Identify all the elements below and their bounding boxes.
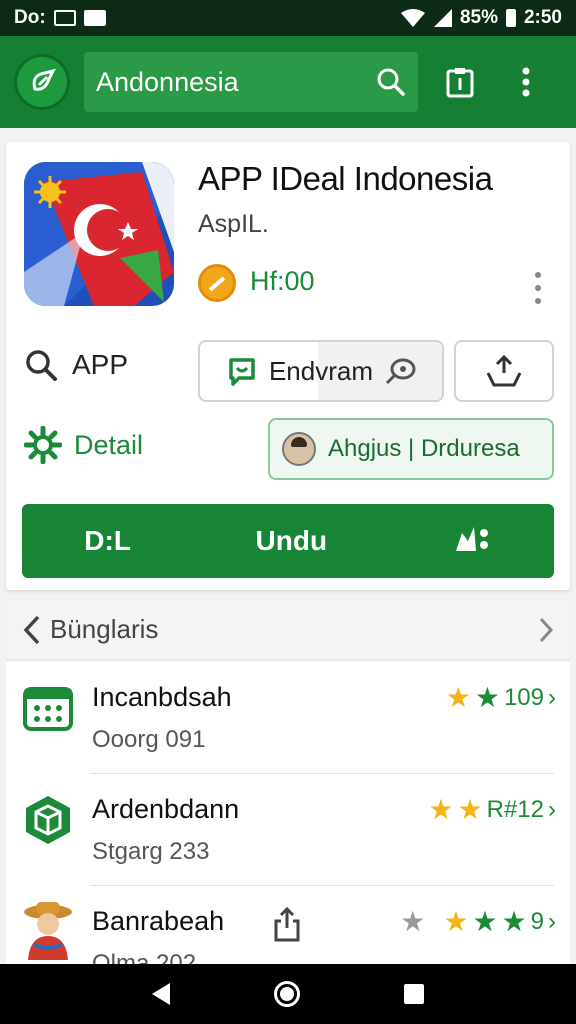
rate-button[interactable] [452, 523, 492, 560]
item-rating: ★ ★ R#12 › [428, 796, 556, 824]
signal-icon [433, 9, 452, 27]
item-subtitle: Ooorg 091 [92, 726, 206, 753]
calendar-icon [23, 687, 73, 731]
coin-icon [198, 264, 236, 302]
star-icon: ★ [443, 906, 469, 937]
status-time: 2:50 [523, 7, 562, 28]
status-left-text: Do: [14, 7, 46, 28]
rating-value: 109 [503, 684, 544, 711]
share-button[interactable] [454, 340, 554, 402]
app-card: APP IDeal Indonesia AspIL. Hf:00 APP End… [6, 142, 570, 590]
rating-value: 9 [530, 908, 544, 935]
star-icon: ★ [400, 906, 426, 937]
tag-icon [385, 358, 416, 385]
home-icon[interactable] [274, 981, 300, 1007]
chevron-right-icon[interactable] [538, 617, 554, 643]
notification-icon [53, 10, 76, 26]
star-icon: ★ [457, 794, 483, 825]
avatar-icon [24, 902, 72, 960]
unduh-button[interactable]: Undu [256, 525, 328, 557]
more-vert-icon [522, 67, 530, 97]
share-icon [486, 354, 522, 387]
battery-icon [505, 9, 516, 27]
wifi-icon [400, 9, 425, 27]
star-icon: ★ [501, 906, 527, 937]
gear-icon [24, 426, 62, 464]
nav-bar [0, 964, 576, 1024]
app-title: APP IDeal Indonesia [198, 160, 493, 197]
developer-profile-button[interactable]: Ahgjus | Drduresa [268, 418, 554, 480]
list-item[interactable]: Incanbdsah Ooorg 091 ★ ★ 109 › [6, 662, 570, 774]
clipboard-icon [446, 68, 474, 98]
search-text: Andonnesia [96, 66, 239, 97]
app-logo-icon[interactable] [14, 54, 70, 110]
section-title: Bünglaris [50, 614, 159, 644]
detail-link[interactable]: Detail [24, 426, 143, 464]
search-icon[interactable] [376, 67, 406, 97]
recents-icon[interactable] [404, 984, 424, 1004]
detail-label: Detail [74, 429, 144, 460]
list-item[interactable]: Banrabeah Olma 202 ★ ★ ★ ★ 9 › [6, 886, 570, 964]
chevron-left-icon[interactable] [22, 614, 42, 646]
app-label-text: APP [72, 349, 129, 380]
app-subtitle: AspIL. [198, 210, 269, 238]
item-title: Banrabeah [92, 906, 225, 936]
chevron-right-icon[interactable]: › [548, 796, 556, 824]
thumb-icon [455, 526, 488, 551]
photo-icon [83, 10, 106, 26]
chevron-right-icon[interactable]: › [548, 684, 556, 712]
chat-icon [229, 358, 255, 386]
chevron-right-icon[interactable]: › [548, 908, 556, 936]
app-bar: Andonnesia [0, 36, 576, 128]
app-search-label[interactable]: APP [24, 348, 128, 382]
item-subtitle: Stgarg 233 [92, 838, 210, 865]
endvram-label: Endvram [268, 355, 374, 386]
search-input[interactable]: Andonnesia [84, 52, 418, 112]
star-icon: ★ [445, 682, 471, 713]
item-title: Incanbdsah [92, 682, 232, 712]
rating-value: R#12 [486, 796, 544, 823]
item-subtitle: Olma 202 [92, 950, 197, 964]
item-title: Ardenbdann [92, 794, 240, 824]
search-icon [26, 350, 57, 381]
card-more-icon[interactable] [528, 268, 548, 308]
section-header[interactable]: Bünglaris [6, 600, 570, 660]
developer-label: Ahgjus | Drduresa [328, 435, 520, 462]
star-icon: ★ [474, 682, 500, 713]
share-icon[interactable] [272, 906, 302, 944]
item-rating: ★ ★ 109 › [446, 684, 556, 712]
clipboard-button[interactable] [436, 58, 484, 106]
endvram-button[interactable]: Endvram [198, 340, 444, 402]
battery-percent: 85% [459, 7, 498, 28]
back-icon[interactable] [152, 983, 170, 1005]
app-list: Incanbdsah Ooorg 091 ★ ★ 109 › Ardenbdan… [6, 662, 570, 964]
dl-button[interactable]: D:L [84, 525, 131, 557]
status-bar: Do: 85% 2:50 [0, 0, 576, 36]
item-rating: ★ ★ ★ ★ 9 › [400, 908, 556, 936]
list-item[interactable]: Ardenbdann Stgarg 233 ★ ★ R#12 › [6, 774, 570, 886]
star-icon: ★ [472, 906, 498, 937]
more-options-button[interactable] [502, 58, 550, 106]
app-flag-icon[interactable] [24, 162, 174, 306]
star-icon: ★ [428, 794, 454, 825]
app-price: Hf:00 [250, 266, 315, 296]
action-bar: D:L Undu [22, 504, 554, 578]
avatar [282, 432, 316, 466]
box-icon [26, 796, 70, 844]
